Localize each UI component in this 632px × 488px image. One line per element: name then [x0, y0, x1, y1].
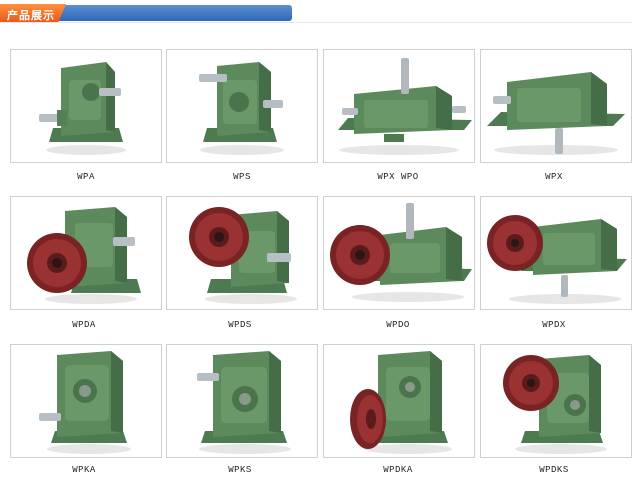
product-label[interactable]: WPDS	[164, 320, 316, 330]
gearbox-image	[39, 62, 126, 155]
product-card-wpdo[interactable]	[323, 196, 475, 310]
product-label[interactable]: WPA	[10, 172, 162, 182]
product-label[interactable]: WPX WPO	[322, 172, 474, 182]
gearbox-image	[189, 207, 297, 304]
product-label[interactable]: WPX	[478, 172, 630, 182]
product-label[interactable]: WPS	[166, 172, 318, 182]
product-card-wpx[interactable]	[480, 49, 632, 163]
section-title: 产品展示	[7, 9, 55, 22]
product-card-wpa[interactable]	[10, 49, 162, 163]
product-label[interactable]: WPKA	[8, 465, 160, 475]
product-card-wpks[interactable]	[166, 344, 318, 458]
gearbox-image	[350, 351, 452, 454]
gearbox-image	[330, 203, 472, 302]
product-label[interactable]: WPDX	[478, 320, 630, 330]
product-card-wps[interactable]	[166, 49, 318, 163]
product-label[interactable]: WPDKS	[478, 465, 630, 475]
product-card-wpdx[interactable]	[480, 196, 632, 310]
product-label[interactable]: WPDO	[322, 320, 474, 330]
product-card-wpx-wpo[interactable]	[323, 49, 475, 163]
gearbox-image	[338, 58, 472, 155]
product-label[interactable]: WPKS	[164, 465, 316, 475]
product-card-wpdks[interactable]	[480, 344, 632, 458]
gearbox-image	[197, 351, 291, 454]
gearbox-image	[487, 215, 627, 304]
product-card-wpda[interactable]	[10, 196, 162, 310]
product-card-wpdka[interactable]	[323, 344, 475, 458]
gearbox-image	[199, 62, 284, 155]
header-bar	[56, 5, 292, 21]
product-label[interactable]: WPDKA	[322, 465, 474, 475]
product-card-wpka[interactable]	[10, 344, 162, 458]
product-label[interactable]: WPDA	[8, 320, 160, 330]
gearbox-image	[39, 351, 131, 454]
gearbox-image	[503, 355, 607, 454]
header-divider	[0, 22, 632, 23]
section-header: 产品展示	[0, 4, 292, 24]
product-card-wpds[interactable]	[166, 196, 318, 310]
gearbox-image	[27, 207, 141, 304]
gearbox-image	[487, 72, 625, 155]
